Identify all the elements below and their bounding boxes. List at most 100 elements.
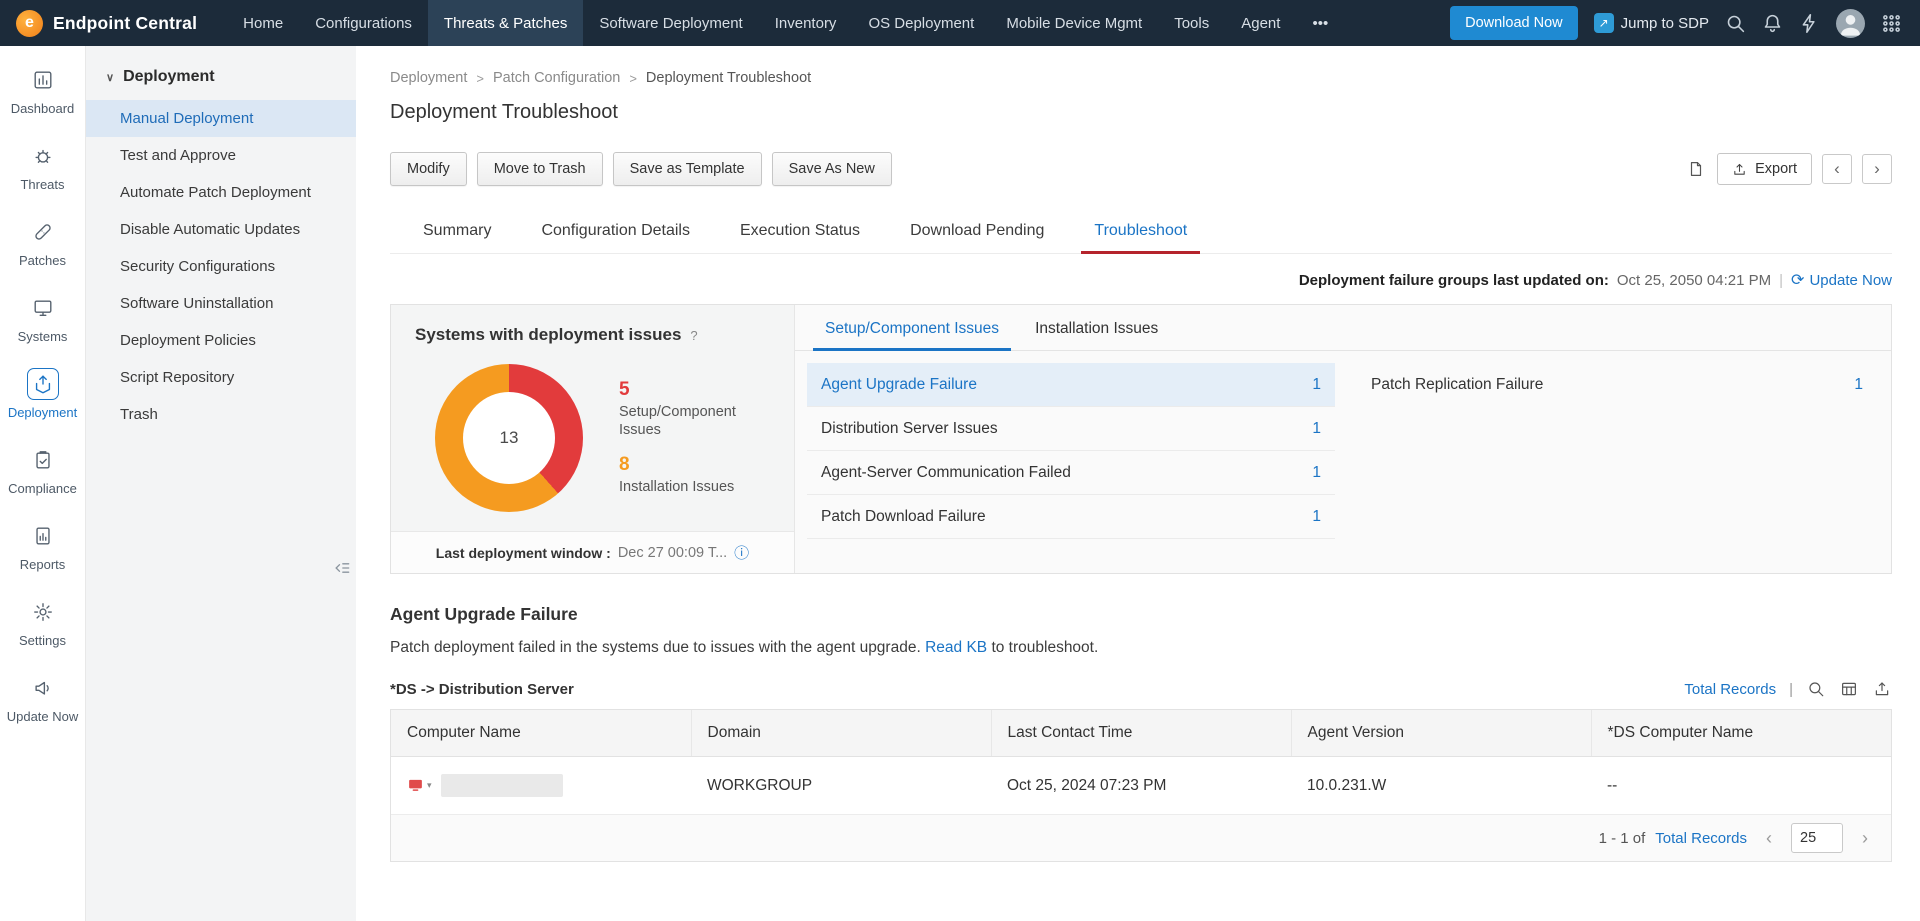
tab-download-pending[interactable]: Download Pending [885, 210, 1069, 253]
tab-configuration-details[interactable]: Configuration Details [516, 210, 715, 253]
toolbar-right-group: Export ‹ › [1685, 153, 1892, 185]
issue-patch-replication-failure[interactable]: Patch Replication Failure 1 [1365, 363, 1863, 407]
app-logo[interactable]: e Endpoint Central [0, 0, 227, 46]
nav-software-deployment[interactable]: Software Deployment [583, 0, 758, 46]
col-agent-version[interactable]: Agent Version [1291, 710, 1591, 757]
rail-item-systems[interactable]: Systems [0, 280, 85, 356]
apps-grid-icon[interactable] [1881, 13, 1902, 34]
primary-nav: Home Configurations Threats & Patches So… [227, 0, 1344, 46]
sidebar-collapse-icon[interactable] [332, 558, 352, 578]
rail-item-dashboard[interactable]: Dashboard [0, 52, 85, 128]
endpoint-central-logo-icon: e [16, 10, 43, 37]
computer-name-cell[interactable]: ▾ [407, 774, 675, 797]
issue-distribution-server-issues[interactable]: Distribution Server Issues 1 [807, 407, 1335, 451]
next-config-button[interactable]: › [1862, 154, 1892, 184]
legend-installation: 8 Installation Issues [619, 455, 751, 496]
col-domain[interactable]: Domain [691, 710, 991, 757]
megaphone-icon [27, 672, 59, 704]
user-avatar[interactable] [1836, 9, 1865, 38]
nav-home[interactable]: Home [227, 0, 299, 46]
table-search-icon[interactable] [1806, 679, 1826, 699]
col-last-contact-time[interactable]: Last Contact Time [991, 710, 1291, 757]
update-now-link[interactable]: ⟳ Update Now [1791, 270, 1892, 290]
rail-item-update-now[interactable]: Update Now [0, 660, 85, 736]
nav-agent[interactable]: Agent [1225, 0, 1296, 46]
pagination-prev-icon[interactable]: ‹ [1757, 824, 1781, 852]
document-icon[interactable] [1685, 158, 1707, 180]
tab-summary[interactable]: Summary [398, 210, 516, 253]
save-as-new-button[interactable]: Save As New [772, 152, 892, 186]
pagination-next-icon[interactable]: › [1853, 824, 1877, 852]
sidebar-item-trash[interactable]: Trash [86, 396, 356, 433]
legend-setup-component: 5 Setup/Component Issues [619, 380, 751, 439]
donut-legend: 5 Setup/Component Issues 8 Installation … [619, 380, 751, 496]
previous-config-button[interactable]: ‹ [1822, 154, 1852, 184]
rail-item-settings[interactable]: Settings [0, 584, 85, 660]
sidebar-section-header[interactable]: ∨ Deployment [86, 68, 356, 100]
issue-agent-upgrade-failure[interactable]: Agent Upgrade Failure 1 [807, 363, 1335, 407]
tab-setup-component-issues[interactable]: Setup/Component Issues [807, 305, 1017, 350]
notifications-bell-icon[interactable] [1762, 13, 1783, 34]
rail-item-threats[interactable]: Threats [0, 128, 85, 204]
page-size-input[interactable] [1791, 823, 1843, 853]
sidebar-item-test-and-approve[interactable]: Test and Approve [86, 137, 356, 174]
sidebar-item-script-repository[interactable]: Script Repository [86, 359, 356, 396]
nav-os-deployment[interactable]: OS Deployment [852, 0, 990, 46]
search-icon[interactable] [1725, 13, 1746, 34]
tab-installation-issues[interactable]: Installation Issues [1017, 305, 1176, 350]
dashboard-icon [27, 64, 59, 96]
move-to-trash-button[interactable]: Move to Trash [477, 152, 603, 186]
total-records-link[interactable]: Total Records [1684, 681, 1776, 698]
pagination-total-records-link[interactable]: Total Records [1655, 830, 1747, 847]
redacted-computer-name [441, 774, 563, 797]
last-updated-value: Oct 25, 2050 04:21 PM [1617, 272, 1771, 289]
nav-more-icon[interactable]: ••• [1296, 0, 1344, 46]
nav-mobile-device-mgmt[interactable]: Mobile Device Mgmt [990, 0, 1158, 46]
modify-button[interactable]: Modify [390, 152, 467, 186]
rail-item-compliance[interactable]: Compliance [0, 432, 85, 508]
rail-item-reports[interactable]: Reports [0, 508, 85, 584]
nav-tools[interactable]: Tools [1158, 0, 1225, 46]
help-icon[interactable]: ? [690, 328, 697, 343]
dropdown-caret-icon[interactable]: ▾ [427, 780, 432, 791]
sidebar-item-software-uninstallation[interactable]: Software Uninstallation [86, 285, 356, 322]
failure-group-title: Agent Upgrade Failure [390, 604, 1892, 625]
sidebar-item-deployment-policies[interactable]: Deployment Policies [86, 322, 356, 359]
refresh-icon: ⟳ [1791, 270, 1804, 290]
sidebar-item-manual-deployment[interactable]: Manual Deployment [86, 100, 356, 137]
breadcrumb-patch-configuration[interactable]: Patch Configuration [493, 70, 620, 86]
issue-count-badge: 1 [1312, 508, 1321, 526]
nav-configurations[interactable]: Configurations [299, 0, 428, 46]
save-as-template-button[interactable]: Save as Template [613, 152, 762, 186]
read-kb-link[interactable]: Read KB [925, 639, 987, 656]
export-button[interactable]: Export [1717, 153, 1812, 185]
nav-inventory[interactable]: Inventory [759, 0, 853, 46]
column-chooser-icon[interactable] [1839, 679, 1859, 699]
sidebar-item-automate-patch-deployment[interactable]: Automate Patch Deployment [86, 174, 356, 211]
issues-panel-title: Systems with deployment issues ? [391, 305, 794, 345]
nav-threats-and-patches[interactable]: Threats & Patches [428, 0, 583, 46]
sidebar-item-disable-automatic-updates[interactable]: Disable Automatic Updates [86, 211, 356, 248]
issue-patch-download-failure[interactable]: Patch Download Failure 1 [807, 495, 1335, 539]
export-table-icon[interactable] [1872, 679, 1892, 699]
issues-donut-row: 13 5 Setup/Component Issues 8 Installati… [391, 345, 794, 531]
jump-to-sdp-link[interactable]: ↗ Jump to SDP [1594, 13, 1709, 33]
col-computer-name[interactable]: Computer Name [391, 710, 691, 757]
config-tabs: Summary Configuration Details Execution … [390, 210, 1892, 254]
col-ds-computer-name[interactable]: *DS Computer Name [1591, 710, 1891, 757]
rail-item-patches[interactable]: Patches [0, 204, 85, 280]
table-row[interactable]: ▾ WORKGROUP Oct 25, 2024 07:23 PM 10.0.2… [391, 757, 1891, 815]
whats-new-bolt-icon[interactable] [1799, 13, 1820, 34]
breadcrumb-deployment[interactable]: Deployment [390, 70, 467, 86]
info-icon[interactable]: ⓘ [734, 542, 749, 563]
gear-icon [27, 596, 59, 628]
issue-agent-server-communication-failed[interactable]: Agent-Server Communication Failed 1 [807, 451, 1335, 495]
deployment-issues-donut[interactable]: 13 [435, 364, 583, 512]
tab-execution-status[interactable]: Execution Status [715, 210, 885, 253]
issue-count-badge: 1 [1312, 464, 1321, 482]
sidebar-item-security-configurations[interactable]: Security Configurations [86, 248, 356, 285]
download-now-button[interactable]: Download Now [1450, 6, 1578, 40]
issue-groups-panel: Setup/Component Issues Installation Issu… [795, 305, 1891, 573]
rail-item-deployment[interactable]: Deployment [0, 356, 85, 432]
tab-troubleshoot[interactable]: Troubleshoot [1069, 210, 1212, 253]
